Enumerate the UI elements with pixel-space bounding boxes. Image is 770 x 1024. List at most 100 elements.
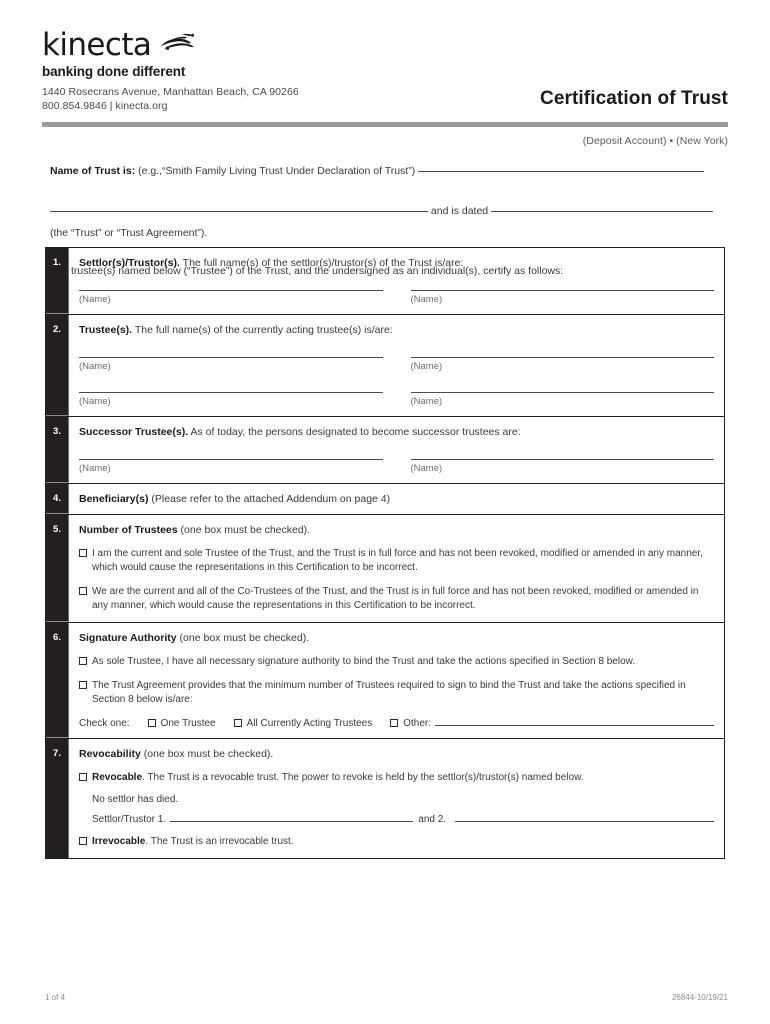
checkbox-other[interactable] — [390, 719, 399, 727]
trust-name-label: Name of Trust is: — [50, 165, 136, 177]
checkbox-all-currently-acting-trustees[interactable] — [233, 719, 242, 727]
section-7-revocability: 7. Revocability (one box must be checked… — [46, 739, 724, 858]
footer-page-number: 1 of 4 — [45, 993, 66, 1002]
irrevocable-bold-label: Irrevocable — [92, 836, 146, 847]
name-cell: (Name) — [410, 392, 714, 407]
section-6-signature-authority: 6. Signature Authority (one box must be … — [46, 623, 724, 739]
option-label: All Currently Acting Trustees — [246, 718, 373, 729]
successor-name-field-2[interactable] — [410, 459, 714, 460]
section-title-rest: (one box must be checked). — [180, 524, 311, 536]
section-number: 3. — [46, 417, 68, 483]
section-2-trustees: 2. Trustee(s). The full name(s) of the c… — [46, 315, 724, 417]
other-text-field[interactable] — [435, 718, 714, 726]
checkbox-irrevocable[interactable] — [79, 837, 87, 845]
check-one-label: Check one: — [79, 718, 130, 729]
successor-name-field-1[interactable] — [79, 459, 383, 460]
section-body: Trustee(s). The full name(s) of the curr… — [68, 315, 724, 416]
checkbox-one-trustee[interactable] — [147, 719, 156, 727]
section-title: Successor Trustee(s). As of today, the p… — [79, 425, 714, 439]
name-cell: (Name) — [79, 392, 383, 407]
checkbox-label: Irrevocable. The Trust is an irrevocable… — [92, 835, 714, 849]
name-caption: (Name) — [79, 463, 111, 474]
section-number: 5. — [46, 515, 68, 622]
address-line-2: 800.854.9846 | kinecta.org — [42, 99, 168, 112]
section-body: Revocability (one box must be checked). … — [68, 739, 724, 858]
checkbox-minimum-trustees[interactable] — [79, 681, 87, 689]
logo-row: kinecta — [42, 28, 299, 62]
revocable-bold-label: Revocable — [92, 772, 143, 783]
section-title-bold: Revocability — [79, 748, 141, 760]
checkbox-co-trustees[interactable] — [79, 587, 87, 595]
trust-name-line: Name of Trust is: (e.g.,“Smith Family Li… — [50, 163, 720, 183]
section-body: Successor Trustee(s). As of today, the p… — [68, 417, 724, 483]
settlor-name-field-1[interactable] — [79, 290, 383, 291]
section-number: 4. — [46, 484, 68, 514]
section-title-bold: Beneficiary(s) — [79, 493, 149, 505]
name-row: (Name) (Name) — [79, 290, 714, 305]
checkbox-sole-trustee-authority[interactable] — [79, 657, 87, 665]
section-title-rest: As of today, the persons designated to b… — [190, 426, 521, 438]
name-caption: (Name) — [79, 396, 111, 407]
trust-parenthetical: (the “Trust” or “Trust Agreement”). — [50, 227, 208, 239]
section-title-bold: Signature Authority — [79, 632, 177, 644]
trustee-name-field-4[interactable] — [410, 392, 714, 393]
dated-label: and is dated — [430, 205, 489, 217]
document-header: kinecta banking done different 1440 Rose… — [42, 28, 728, 114]
checkbox-label: Revocable. The Trust is a revocable trus… — [92, 771, 714, 785]
section-title: Settlor(s)/Trustor(s). The full name(s) … — [79, 256, 714, 270]
trustee-name-field-3[interactable] — [79, 392, 383, 393]
settlor-field-2[interactable] — [455, 814, 714, 822]
checkbox-row[interactable]: We are the current and all of the Co-Tru… — [79, 585, 714, 613]
check-one-option-one-trustee[interactable]: One Trustee — [147, 718, 216, 729]
trust-name-blank-2[interactable] — [50, 203, 428, 212]
settlor-field-1[interactable] — [170, 814, 414, 822]
section-title-rest: (one box must be checked). — [143, 748, 274, 760]
name-cell: (Name) — [410, 357, 714, 372]
section-title-rest: (Please refer to the attached Addendum o… — [151, 493, 391, 505]
section-title-rest: The full name(s) of the settlor(s)/trust… — [182, 257, 464, 269]
checkbox-row[interactable]: The Trust Agreement provides that the mi… — [79, 679, 714, 707]
checkbox-row[interactable]: Revocable. The Trust is a revocable trus… — [79, 771, 714, 785]
section-title: Number of Trustees (one box must be chec… — [79, 523, 714, 537]
trust-name-example: (e.g.,“Smith Family Living Trust Under D… — [138, 165, 416, 177]
name-caption: (Name) — [79, 361, 111, 372]
section-number: 7. — [46, 739, 68, 858]
section-number: 6. — [46, 623, 68, 738]
page-title: Certification of Trust — [540, 88, 728, 109]
section-body: Beneficiary(s) (Please refer to the atta… — [68, 484, 724, 514]
name-row: (Name) (Name) — [79, 357, 714, 372]
settlor-name-field-2[interactable] — [410, 290, 714, 291]
section-title-bold: Trustee(s). — [79, 324, 133, 336]
trust-date-blank[interactable] — [491, 203, 714, 212]
name-row: (Name) (Name) — [79, 392, 714, 407]
section-5-number-of-trustees: 5. Number of Trustees (one box must be c… — [46, 515, 724, 623]
trustee-name-field-2[interactable] — [410, 357, 714, 358]
section-title: Signature Authority (one box must be che… — [79, 631, 714, 645]
checkbox-row[interactable]: As sole Trustee, I have all necessary si… — [79, 655, 714, 669]
section-title-bold: Settlor(s)/Trustor(s). — [79, 257, 180, 269]
footer-form-code: 26844-10/19/21 — [671, 993, 728, 1002]
section-body: Settlor(s)/Trustor(s). The full name(s) … — [68, 248, 724, 314]
section-title: Beneficiary(s) (Please refer to the atta… — [79, 492, 714, 506]
name-cell: (Name) — [410, 459, 714, 474]
settlor-trustor-row: Settlor/Trustor 1. and 2. — [92, 814, 714, 825]
checkbox-sole-trustee[interactable] — [79, 549, 87, 557]
trustee-name-field-1[interactable] — [79, 357, 383, 358]
checkbox-revocable[interactable] — [79, 773, 87, 781]
name-caption: (Name) — [410, 396, 443, 407]
trust-name-blank-1[interactable] — [418, 163, 705, 172]
checkbox-label: As sole Trustee, I have all necessary si… — [92, 656, 636, 667]
checkbox-row[interactable]: Irrevocable. The Trust is an irrevocable… — [79, 835, 714, 849]
section-title-bold: Successor Trustee(s). — [79, 426, 189, 438]
section-3-successor-trustees: 3. Successor Trustee(s). As of today, th… — [46, 417, 724, 484]
check-one-option-all-acting[interactable]: All Currently Acting Trustees — [233, 718, 373, 729]
option-label: Other: — [403, 718, 432, 729]
brand-tagline: banking done different — [42, 64, 186, 79]
section-title-bold: Number of Trustees — [79, 524, 178, 536]
kinecta-swoosh-logo-icon — [158, 32, 198, 59]
section-number: 2. — [46, 315, 68, 416]
checkbox-label: The Trust Agreement provides that the mi… — [92, 680, 686, 705]
section-1-settlors: 1. Settlor(s)/Trustor(s). The full name(… — [46, 248, 724, 315]
check-one-option-other[interactable]: Other: — [390, 718, 714, 729]
checkbox-row[interactable]: I am the current and sole Trustee of the… — [79, 547, 714, 575]
